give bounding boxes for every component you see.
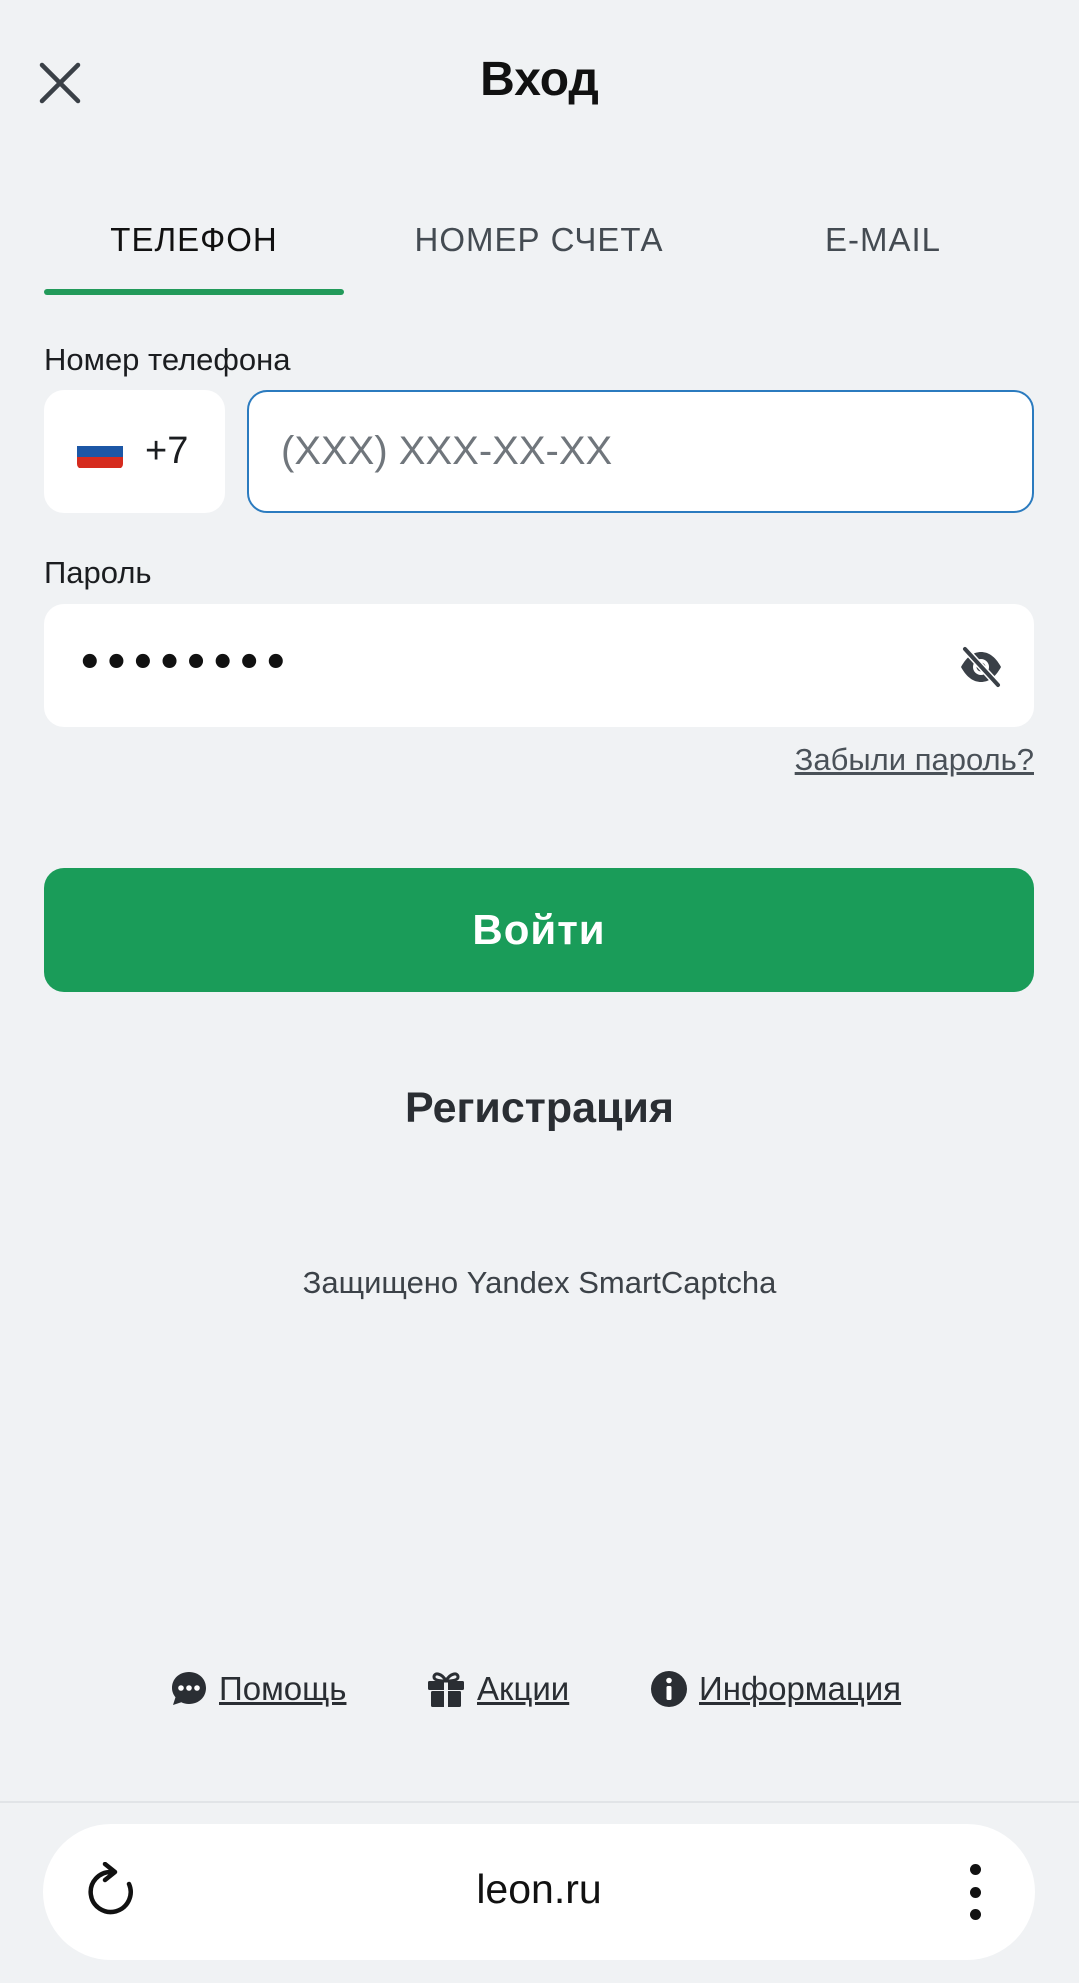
- promotions-link[interactable]: Акции: [425, 1666, 569, 1712]
- info-link[interactable]: Информация: [649, 1666, 901, 1712]
- active-tab-indicator: [44, 289, 344, 295]
- chat-icon: [172, 1672, 206, 1705]
- password-value: ••••••••: [77, 640, 290, 686]
- password-label: Пароль: [44, 555, 152, 590]
- phone-input[interactable]: [247, 390, 1034, 513]
- forgot-password-link[interactable]: Забыли пароль?: [795, 742, 1034, 778]
- captcha-notice: Защищено Yandex SmartCaptcha: [302, 1265, 777, 1300]
- tab-phone[interactable]: ТЕЛЕФОН: [44, 210, 344, 270]
- browser-menu-button[interactable]: [965, 1864, 985, 1920]
- password-field[interactable]: ••••••••: [44, 604, 1034, 727]
- russia-flag-icon: [77, 434, 123, 469]
- register-link[interactable]: Регистрация: [0, 1084, 1079, 1133]
- help-link[interactable]: Помощь: [169, 1666, 346, 1712]
- phone-label: Номер телефона: [44, 342, 291, 377]
- page-title: Вход: [480, 53, 599, 106]
- toggle-password-visibility-button[interactable]: [958, 644, 1004, 690]
- browser-address-bar[interactable]: leon.ru: [43, 1824, 1035, 1960]
- promotions-label: Акции: [477, 1670, 570, 1707]
- country-code-selector[interactable]: +7: [44, 390, 225, 513]
- country-code: +7: [145, 430, 189, 472]
- info-icon: [651, 1671, 687, 1707]
- info-label: Информация: [699, 1670, 902, 1707]
- tab-account-number[interactable]: НОМЕР СЧЕТА: [389, 210, 689, 270]
- tab-email[interactable]: E-MAIL: [733, 210, 1033, 270]
- help-label: Помощь: [219, 1670, 347, 1707]
- browser-divider: [0, 1801, 1079, 1803]
- more-vertical-icon: [969, 1864, 981, 1875]
- url-text[interactable]: leon.ru: [43, 1866, 1035, 1913]
- eye-off-icon: [961, 645, 1002, 689]
- gift-icon: [428, 1672, 464, 1707]
- login-button[interactable]: Войти: [44, 868, 1034, 992]
